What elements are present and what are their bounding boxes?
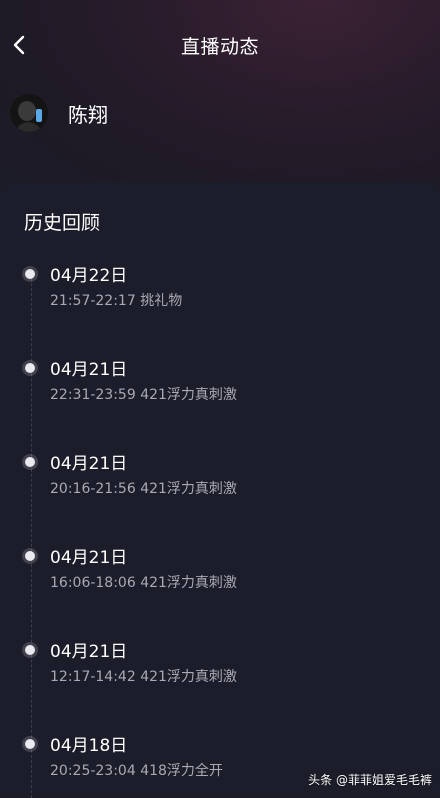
timeline-dot-icon — [25, 269, 35, 279]
entry-detail: 12:17-14:42 421浮力真刺激 — [50, 669, 237, 685]
watermark: 头条 @菲菲姐爱毛毛裤 — [308, 773, 432, 787]
timeline-dot-icon — [25, 739, 35, 749]
list-item[interactable]: 04月21日 12:17-14:42 421浮力真刺激 — [0, 637, 440, 697]
entry-date: 04月22日 — [50, 266, 128, 286]
list-item[interactable]: 04月21日 16:06-18:06 421浮力真刺激 — [0, 543, 440, 603]
entry-detail: 22:31-23:59 421浮力真刺激 — [50, 387, 237, 403]
timeline-dot-icon — [25, 457, 35, 467]
list-item[interactable]: 04月21日 20:16-21:56 421浮力真刺激 — [0, 449, 440, 509]
timeline-dot-icon — [25, 363, 35, 373]
entry-detail: 16:06-18:06 421浮力真刺激 — [50, 575, 237, 591]
section-title: 历史回顾 — [24, 212, 101, 234]
entry-detail: 21:57-22:17 挑礼物 — [50, 293, 183, 309]
avatar[interactable] — [10, 94, 48, 132]
timeline-dot-icon — [25, 645, 35, 655]
timeline-dot-icon — [25, 551, 35, 561]
entry-date: 04月21日 — [50, 454, 128, 474]
profile-row[interactable]: 陈翔 — [10, 92, 108, 134]
entry-date: 04月21日 — [50, 548, 128, 568]
entry-detail: 20:16-21:56 421浮力真刺激 — [50, 481, 237, 497]
entry-date: 04月21日 — [50, 360, 128, 380]
entry-date: 04月18日 — [50, 736, 128, 756]
list-item[interactable]: 04月21日 22:31-23:59 421浮力真刺激 — [0, 355, 440, 415]
entry-date: 04月21日 — [50, 642, 128, 662]
list-item[interactable]: 04月22日 21:57-22:17 挑礼物 — [0, 261, 440, 321]
header-bar: 直播动态 — [0, 0, 440, 90]
entry-detail: 20:25-23:04 418浮力全开 — [50, 763, 223, 779]
user-name: 陈翔 — [68, 102, 108, 127]
page-title: 直播动态 — [180, 36, 259, 58]
